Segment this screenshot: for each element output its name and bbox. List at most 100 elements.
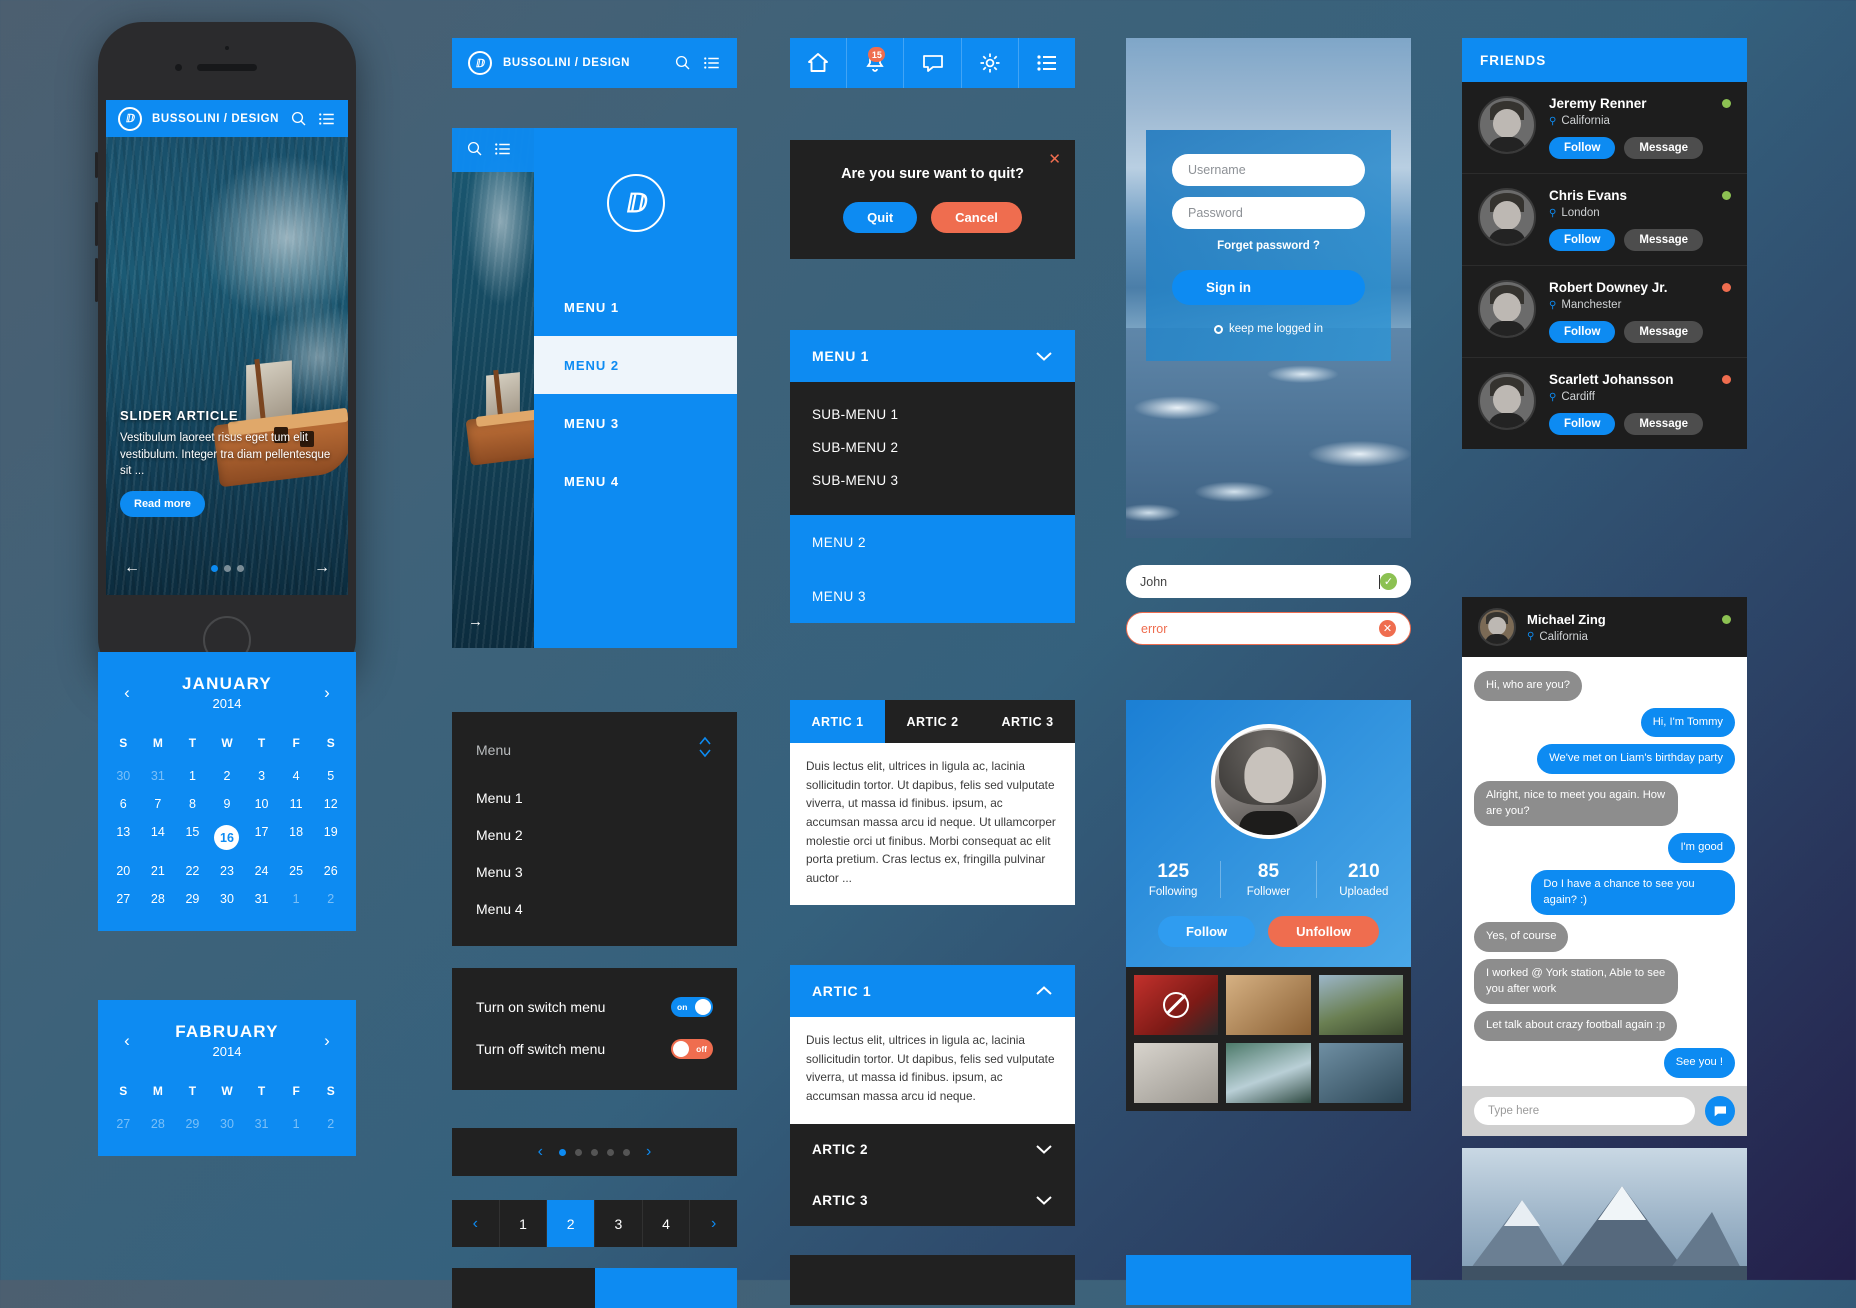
list-menu-icon[interactable]: [703, 54, 721, 72]
accordion-header-artic1[interactable]: ARTIC 1: [790, 965, 1075, 1017]
calendar-day[interactable]: 7: [141, 790, 176, 818]
read-more-button[interactable]: Read more: [120, 491, 205, 517]
message-button[interactable]: Message: [1624, 413, 1704, 435]
carousel-dot[interactable]: [575, 1148, 582, 1156]
search-icon[interactable]: [466, 140, 484, 158]
calendar-day[interactable]: 20: [106, 857, 141, 885]
carousel-prev-button[interactable]: ‹: [538, 1143, 543, 1161]
calendar-day[interactable]: 3: [244, 762, 279, 790]
chat-input[interactable]: Type here: [1474, 1096, 1695, 1125]
calendar-day[interactable]: 14: [141, 818, 176, 857]
tab-artic-1[interactable]: ARTIC 1: [790, 700, 885, 743]
pagination-page-4[interactable]: 4: [643, 1200, 691, 1247]
calendar-day[interactable]: 28: [141, 885, 176, 913]
calendar-day[interactable]: 1: [175, 762, 210, 790]
toolbar-list-menu[interactable]: [1018, 38, 1076, 88]
cancel-button[interactable]: Cancel: [931, 202, 1022, 233]
brand-logo-icon[interactable]: ⅅ: [468, 51, 492, 75]
calendar-prev-button[interactable]: ‹: [118, 1031, 136, 1051]
accordion-header-menu1[interactable]: MENU 1: [790, 330, 1075, 382]
calendar-day[interactable]: 27: [106, 885, 141, 913]
follow-button[interactable]: Follow: [1549, 229, 1616, 251]
calendar-day[interactable]: 15: [175, 818, 210, 857]
up-chevron-icon[interactable]: [697, 734, 713, 760]
toolbar-home[interactable]: [790, 38, 848, 88]
waterfall-photo[interactable]: [1226, 1043, 1311, 1103]
desk-notebook-photo[interactable]: [1226, 975, 1311, 1035]
accordion-subitem[interactable]: SUB-MENU 2: [812, 431, 1053, 464]
calendar-day[interactable]: 4: [279, 762, 314, 790]
calendar-day[interactable]: 2: [313, 1110, 348, 1138]
calendar-next-button[interactable]: ›: [318, 683, 336, 703]
drawer-item-menu-3[interactable]: MENU 3: [534, 394, 737, 452]
phone-volume-down-button[interactable]: [95, 258, 98, 302]
bay-rocks-photo[interactable]: [1318, 1043, 1403, 1103]
drawer-item-menu-2[interactable]: MENU 2: [534, 336, 737, 394]
calendar-day[interactable]: 27: [106, 1110, 141, 1138]
pagination-page-1[interactable]: 1: [500, 1200, 548, 1247]
accordion-subitem[interactable]: SUB-MENU 3: [812, 464, 1053, 497]
calendar-day[interactable]: 30: [210, 1110, 245, 1138]
tab-artic-2[interactable]: ARTIC 2: [885, 700, 980, 743]
sign-in-button[interactable]: Sign in: [1172, 270, 1365, 305]
calendar-day-selected[interactable]: 16: [210, 818, 245, 857]
phone-mute-button[interactable]: [95, 152, 98, 178]
pagination-page-2[interactable]: 2: [547, 1200, 596, 1247]
forgot-password-link[interactable]: Forget password ?: [1172, 240, 1365, 252]
toggle-switch[interactable]: on: [671, 997, 713, 1017]
keep-logged-in-checkbox[interactable]: keep me logged in: [1172, 323, 1365, 335]
accordion-item-menu-3[interactable]: MENU 3: [790, 569, 1075, 623]
drawer-item-menu-4[interactable]: MENU 4: [534, 452, 737, 510]
message-button[interactable]: Message: [1624, 137, 1704, 159]
calendar-day[interactable]: 30: [106, 762, 141, 790]
calendar-day[interactable]: 28: [141, 1110, 176, 1138]
calendar-day[interactable]: 11: [279, 790, 314, 818]
username-input[interactable]: Username: [1172, 154, 1365, 186]
drawer-item-menu-1[interactable]: MENU 1: [534, 278, 737, 336]
search-icon[interactable]: [290, 110, 308, 128]
horses-field-photo[interactable]: [1318, 975, 1403, 1035]
calendar-day[interactable]: 29: [175, 885, 210, 913]
slider-dot[interactable]: [236, 564, 244, 572]
menu-list-item[interactable]: Menu 3: [452, 855, 737, 889]
slider-dot[interactable]: [210, 564, 218, 572]
calendar-day[interactable]: 2: [313, 885, 348, 913]
list-menu-icon[interactable]: [318, 110, 336, 128]
tab-artic-3[interactable]: ARTIC 3: [980, 700, 1075, 743]
toolbar-chat[interactable]: [904, 38, 962, 88]
calendar-day[interactable]: 23: [210, 857, 245, 885]
calendar-day[interactable]: 25: [279, 857, 314, 885]
toggle-switch[interactable]: off: [671, 1039, 713, 1059]
calendar-day[interactable]: 1: [279, 885, 314, 913]
menu-list-item[interactable]: Menu 1: [452, 781, 737, 815]
calendar-day[interactable]: 8: [175, 790, 210, 818]
calendar-day[interactable]: 24: [244, 857, 279, 885]
calendar-day[interactable]: 31: [244, 885, 279, 913]
calendar-day[interactable]: 2: [210, 762, 245, 790]
carousel-dot[interactable]: [559, 1148, 566, 1156]
carousel-dot[interactable]: [607, 1148, 614, 1156]
calendar-day[interactable]: 22: [175, 857, 210, 885]
strip-segment[interactable]: [594, 1268, 737, 1308]
calendar-prev-button[interactable]: ‹: [118, 683, 136, 703]
calendar-day[interactable]: 13: [106, 818, 141, 857]
toolbar-bell[interactable]: 15: [847, 38, 905, 88]
search-icon[interactable]: [674, 54, 692, 72]
calendar-day[interactable]: 29: [175, 1110, 210, 1138]
calendar-day[interactable]: 6: [106, 790, 141, 818]
red-jacket-photo[interactable]: [1134, 975, 1219, 1035]
menu-stepper[interactable]: [697, 734, 713, 765]
accordion-header-artic-2[interactable]: ARTIC 2: [790, 1123, 1075, 1175]
calendar-day[interactable]: 10: [244, 790, 279, 818]
slider-prev-arrow[interactable]: ←: [124, 559, 140, 577]
validation-field-valid[interactable]: John ✓: [1126, 565, 1411, 598]
unfollow-button[interactable]: Unfollow: [1268, 916, 1380, 947]
follow-button[interactable]: Follow: [1549, 137, 1616, 159]
slider-next-arrow[interactable]: →: [314, 559, 330, 577]
carousel-dot[interactable]: [591, 1148, 598, 1156]
close-icon[interactable]: ✕: [1048, 150, 1061, 168]
calendar-day[interactable]: 9: [210, 790, 245, 818]
quit-button[interactable]: Quit: [843, 202, 918, 233]
calendar-day[interactable]: 5: [313, 762, 348, 790]
menu-list-item[interactable]: Menu 4: [452, 892, 737, 926]
